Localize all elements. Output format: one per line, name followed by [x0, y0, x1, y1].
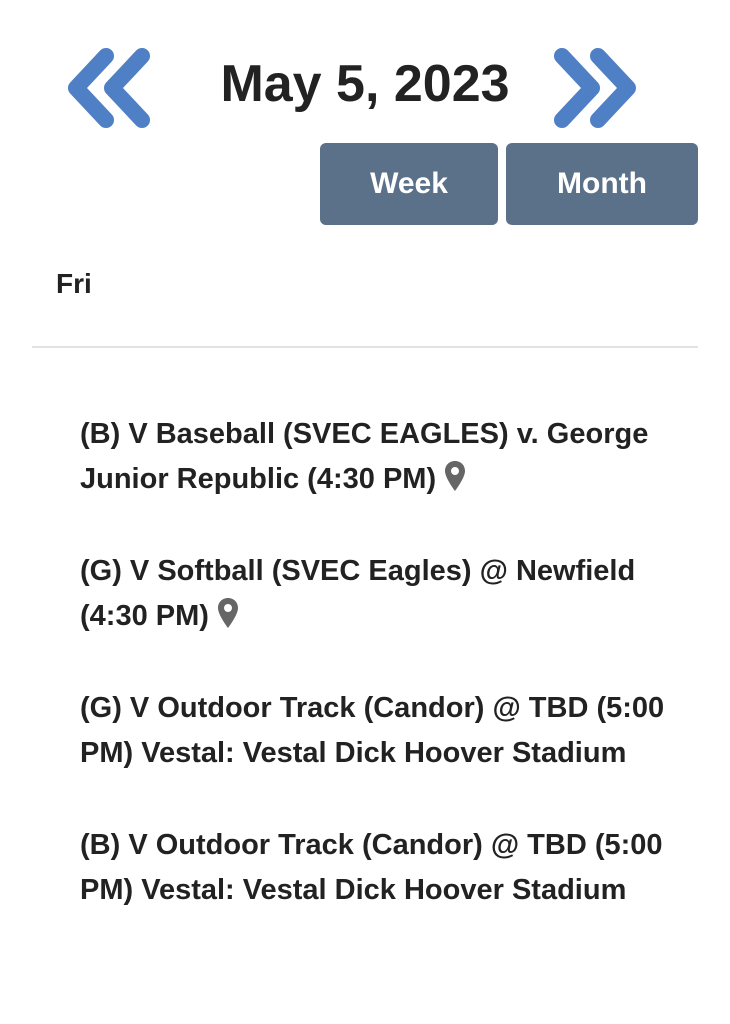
double-chevron-left-icon: [68, 48, 150, 128]
event-title[interactable]: (B) V Baseball (SVEC EAGLES) v. George J…: [80, 418, 648, 495]
double-chevron-right-icon: [554, 48, 636, 128]
calendar-header: May 5, 2023: [0, 40, 730, 130]
event-item[interactable]: (B) V Outdoor Track (Candor) @ TBD (5:00…: [80, 823, 670, 913]
section-divider: [32, 346, 698, 348]
location-pin-icon[interactable]: [217, 597, 239, 629]
event-item[interactable]: (B) V Baseball (SVEC EAGLES) v. George J…: [80, 412, 670, 502]
event-item[interactable]: (G) V Softball (SVEC Eagles) @ Newfield …: [80, 549, 670, 639]
month-view-button[interactable]: Month: [506, 143, 698, 225]
location-pin-icon[interactable]: [444, 460, 466, 492]
event-list: (B) V Baseball (SVEC EAGLES) v. George J…: [80, 412, 670, 960]
event-item[interactable]: (G) V Outdoor Track (Candor) @ TBD (5:00…: [80, 686, 670, 776]
event-title[interactable]: (G) V Outdoor Track (Candor) @ TBD (5:00…: [80, 692, 664, 769]
event-title[interactable]: (G) V Softball (SVEC Eagles) @ Newfield …: [80, 555, 635, 632]
event-title[interactable]: (B) V Outdoor Track (Candor) @ TBD (5:00…: [80, 829, 663, 906]
next-day-button[interactable]: [550, 48, 646, 128]
day-of-week-label: Fri: [56, 268, 92, 299]
current-date-title: May 5, 2023: [220, 55, 510, 113]
week-view-button[interactable]: Week: [320, 143, 498, 225]
previous-day-button[interactable]: [62, 48, 158, 128]
